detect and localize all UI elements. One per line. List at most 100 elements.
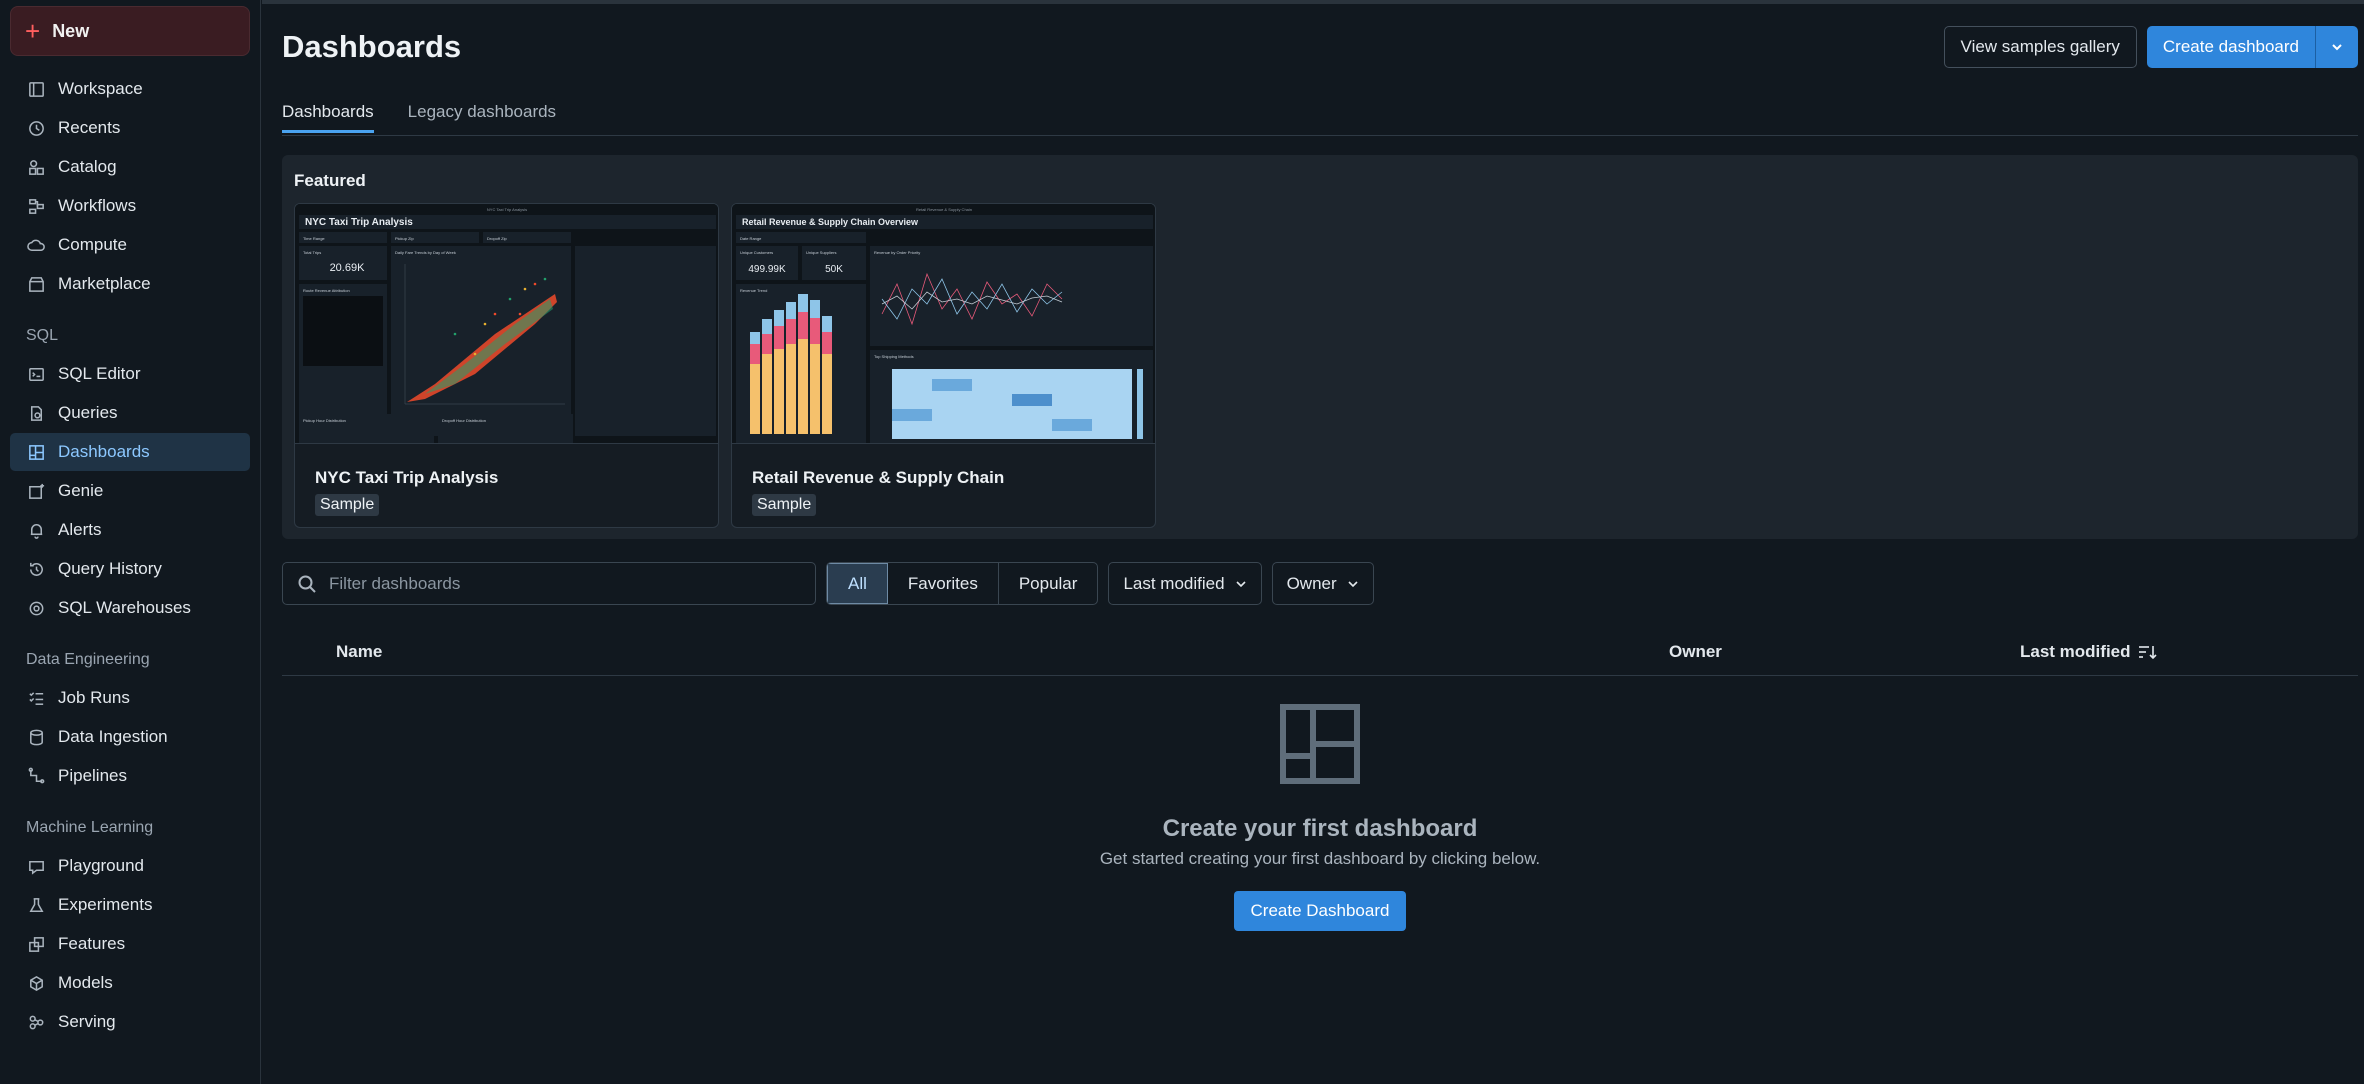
catalog-icon <box>26 157 46 177</box>
playground-icon <box>26 856 46 876</box>
segment-favorites[interactable]: Favorites <box>888 563 999 604</box>
top-actions: View samples gallery Create dashboard <box>1943 26 2358 68</box>
segment-popular[interactable]: Popular <box>999 563 1098 604</box>
sidebar-item-features[interactable]: Features <box>10 925 250 963</box>
sidebar-item-compute[interactable]: Compute <box>10 226 250 264</box>
dashboard-icon <box>26 442 46 462</box>
main-content: Dashboards View samples gallery Create d… <box>262 0 2364 1084</box>
filter-row: Filter dashboards All Favorites Popular … <box>282 562 1374 605</box>
page-title: Dashboards <box>282 29 462 64</box>
pipeline-icon <box>26 766 46 786</box>
thumb-bar-title: Revenue Trend <box>740 288 767 293</box>
sidebar-item-label: Query History <box>58 559 162 578</box>
tab-dashboards[interactable]: Dashboards <box>282 102 374 133</box>
thumb-title: Retail Revenue & Supply Chain Overview <box>742 217 919 227</box>
create-dashboard-button[interactable]: Create dashboard <box>2146 26 2316 68</box>
column-header-last-modified[interactable]: Last modified <box>2020 642 2157 662</box>
sort-descending-icon <box>2138 646 2157 660</box>
nav-machine-learning: Playground Experiments Features Models S… <box>10 847 250 1041</box>
sidebar-item-label: Pipelines <box>58 766 127 785</box>
bell-icon <box>26 520 46 540</box>
thumb-kpi-value: 499.99K <box>748 264 786 275</box>
empty-state: Create your first dashboard Get started … <box>282 704 2358 931</box>
thumb-filter-label: Date Range <box>740 236 762 241</box>
sidebar-item-workspace[interactable]: Workspace <box>10 70 250 108</box>
sidebar-item-label: SQL Editor <box>58 364 141 383</box>
thumb-kpi-label: Unique Suppliers <box>806 250 836 255</box>
sample-badge: Sample <box>315 494 380 516</box>
sidebar-item-serving[interactable]: Serving <box>10 1003 250 1041</box>
tab-legacy-dashboards[interactable]: Legacy dashboards <box>408 102 556 133</box>
thumb-bottom-right: Dropoff Hour Distribution <box>442 418 486 423</box>
sidebar-item-label: Workflows <box>58 196 137 215</box>
heatmap-thumb <box>892 369 1143 439</box>
store-icon <box>26 274 46 294</box>
sidebar-item-job-runs[interactable]: Job Runs <box>10 679 250 717</box>
thumb-kpi-value: 50K <box>825 264 843 275</box>
sidebar-item-dashboards[interactable]: Dashboards <box>10 433 250 471</box>
empty-state-title: Create your first dashboard <box>1162 815 1478 842</box>
thumb-title: NYC Taxi Trip Analysis <box>305 217 413 228</box>
thumb-header-text: Retail Revenue & Supply Chain <box>916 207 972 212</box>
thumb-kpi-label: Total Trips <box>303 250 321 255</box>
sidebar-item-sql-warehouses[interactable]: SQL Warehouses <box>10 589 250 627</box>
workflows-icon <box>26 196 46 216</box>
empty-state-subtitle: Get started creating your first dashboar… <box>1099 849 1541 868</box>
featured-card-retail-revenue[interactable]: Retail Revenue & Supply Chain Retail Rev… <box>731 203 1156 528</box>
nyc-taxi-thumbnail-image: NYC Taxi Trip Analysis NYC Taxi Trip Ana… <box>295 204 718 443</box>
sidebar-item-alerts[interactable]: Alerts <box>10 511 250 549</box>
sidebar-item-catalog[interactable]: Catalog <box>10 148 250 186</box>
create-dashboard-menu-button[interactable] <box>2316 26 2358 68</box>
sidebar-item-pipelines[interactable]: Pipelines <box>10 757 250 795</box>
sidebar-item-label: Models <box>58 973 113 992</box>
retail-revenue-thumbnail-image: Retail Revenue & Supply Chain Retail Rev… <box>732 204 1155 443</box>
view-samples-gallery-button[interactable]: View samples gallery <box>1943 26 2137 68</box>
sidebar-item-experiments[interactable]: Experiments <box>10 886 250 924</box>
filter-dashboards-input[interactable]: Filter dashboards <box>282 562 816 605</box>
sidebar-item-label: Catalog <box>58 157 117 176</box>
sidebar-item-data-ingestion[interactable]: Data Ingestion <box>10 718 250 756</box>
column-header-name[interactable]: Name <box>336 642 382 662</box>
sidebar-item-queries[interactable]: Queries <box>10 394 250 432</box>
thumb-kpi-label: Unique Customers <box>740 250 773 255</box>
sidebar-item-label: Dashboards <box>58 442 150 461</box>
nav-sql: SQL Editor Queries Dashboards Genie Aler… <box>10 355 250 627</box>
create-dashboard-empty-button[interactable]: Create Dashboard <box>1233 891 1407 931</box>
sidebar-item-query-history[interactable]: Query History <box>10 550 250 588</box>
section-label-machine-learning: Machine Learning <box>26 819 154 836</box>
last-modified-label: Last modified <box>1123 573 1225 593</box>
sidebar-item-label: Alerts <box>58 520 102 539</box>
last-modified-dropdown[interactable]: Last modified <box>1108 562 1262 605</box>
sidebar-item-workflows[interactable]: Workflows <box>10 187 250 225</box>
filter-segmented-control: All Favorites Popular <box>826 562 1099 605</box>
thumb-header-text: NYC Taxi Trip Analysis <box>487 207 527 212</box>
thumb-heat-title: Top Shipping Methods <box>874 354 914 359</box>
sidebar-item-marketplace[interactable]: Marketplace <box>10 265 250 303</box>
owner-dropdown[interactable]: Owner <box>1271 562 1374 605</box>
sidebar-item-sql-editor[interactable]: SQL Editor <box>10 355 250 393</box>
card-name: NYC Taxi Trip Analysis <box>315 468 499 487</box>
sidebar-item-genie[interactable]: Genie <box>10 472 250 510</box>
card-name: Retail Revenue & Supply Chain <box>752 468 1005 487</box>
dashboard-icon <box>1280 704 1360 784</box>
sidebar-item-models[interactable]: Models <box>10 964 250 1002</box>
sidebar-item-playground[interactable]: Playground <box>10 847 250 885</box>
flask-icon <box>26 895 46 915</box>
new-button[interactable]: + New <box>10 6 250 56</box>
sidebar-item-label: Genie <box>58 481 104 500</box>
sidebar-item-recents[interactable]: Recents <box>10 109 250 147</box>
featured-title: Featured <box>294 171 366 190</box>
nav-top: Workspace Recents Catalog Workflows Comp… <box>10 70 250 303</box>
ingestion-icon <box>26 727 46 747</box>
card-thumbnail: Retail Revenue & Supply Chain Retail Rev… <box>732 204 1155 444</box>
featured-card-nyc-taxi[interactable]: NYC Taxi Trip Analysis NYC Taxi Trip Ana… <box>294 203 719 528</box>
sidebar-item-label: Serving <box>58 1012 116 1031</box>
column-header-owner[interactable]: Owner <box>1669 642 1722 662</box>
sidebar-item-label: Workspace <box>58 79 143 98</box>
query-icon <box>26 403 46 423</box>
segment-all[interactable]: All <box>827 563 888 604</box>
chevron-down-icon <box>1348 580 1358 587</box>
new-button-label: New <box>52 20 90 41</box>
thumb-filter-label: Dropoff Zip <box>487 236 507 241</box>
cloud-icon <box>26 235 46 255</box>
